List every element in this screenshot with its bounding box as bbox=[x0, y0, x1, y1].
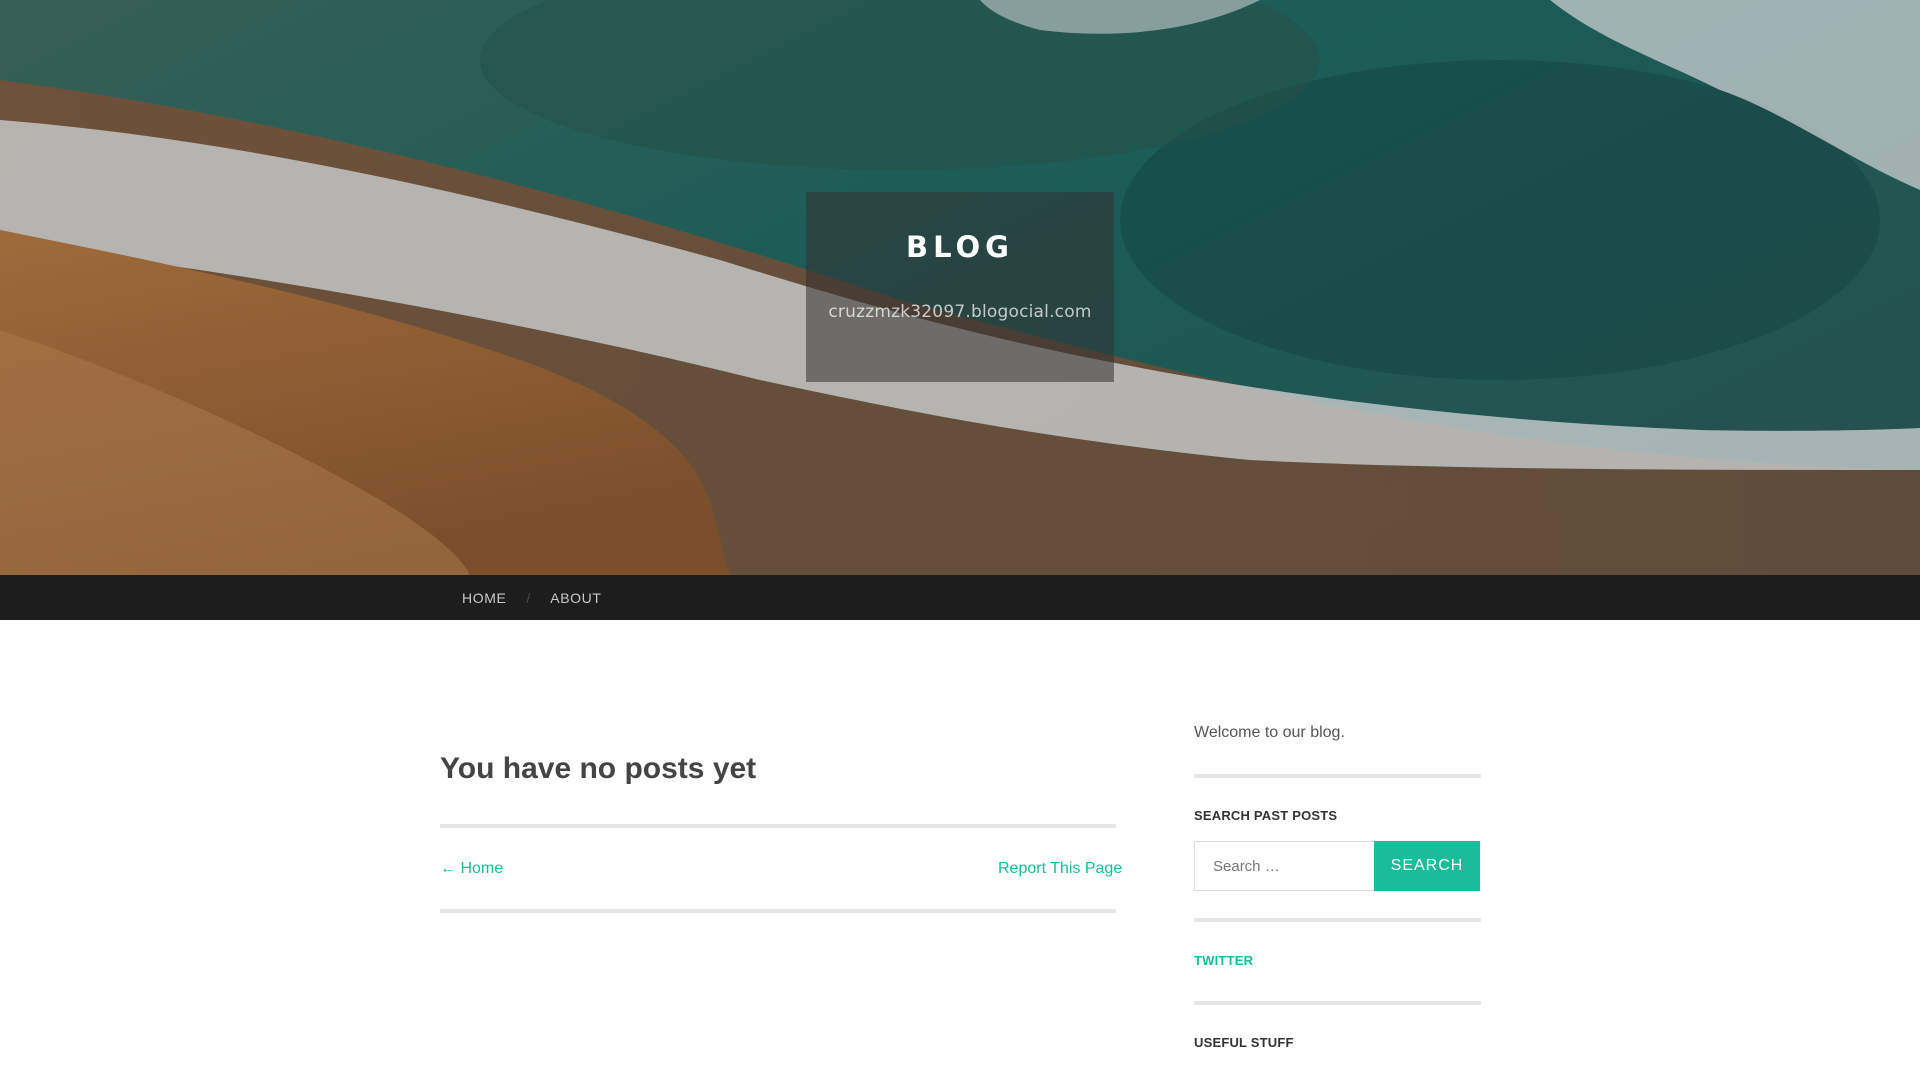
divider bbox=[1194, 918, 1481, 922]
divider bbox=[1194, 774, 1481, 778]
header-hero: BLOG cruzzmzk32097.blogocial.com bbox=[0, 0, 1920, 575]
primary-nav: HOME / ABOUT bbox=[0, 575, 1920, 620]
search-input[interactable] bbox=[1194, 841, 1375, 891]
divider bbox=[1194, 1001, 1481, 1005]
search-button[interactable]: SEARCH bbox=[1374, 841, 1480, 891]
site-title-box: BLOG cruzzmzk32097.blogocial.com bbox=[806, 192, 1114, 382]
nav-separator: / bbox=[526, 589, 531, 606]
nav-item-about[interactable]: ABOUT bbox=[550, 590, 601, 606]
useful-stuff-title: USEFUL STUFF bbox=[1194, 1035, 1294, 1050]
nav-item-home[interactable]: HOME bbox=[462, 590, 506, 606]
welcome-text: Welcome to our blog. bbox=[1194, 724, 1345, 741]
site-title[interactable]: BLOG bbox=[806, 230, 1114, 264]
page-title: You have no posts yet bbox=[440, 752, 757, 785]
site-description: cruzzmzk32097.blogocial.com bbox=[828, 302, 1092, 322]
divider bbox=[440, 824, 1116, 828]
divider bbox=[440, 909, 1116, 913]
twitter-link[interactable]: TWITTER bbox=[1194, 953, 1253, 968]
home-back-link[interactable]: ← Home bbox=[440, 860, 503, 878]
report-page-link[interactable]: Report This Page bbox=[998, 860, 1122, 878]
search-widget-title: SEARCH PAST POSTS bbox=[1194, 808, 1338, 823]
